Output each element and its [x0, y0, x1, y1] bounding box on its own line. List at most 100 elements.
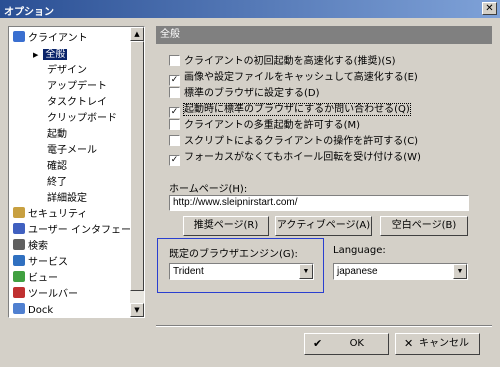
- tree-item[interactable]: ツールバー: [13, 287, 78, 302]
- chevron-down-icon[interactable]: ▼: [453, 264, 467, 279]
- tree-item-label: ツールバー: [28, 289, 78, 300]
- tree-item[interactable]: 終了: [47, 175, 67, 190]
- option-label: スクリプトによるクライアントの操作を許可する(C): [184, 136, 419, 147]
- tree-item[interactable]: Dock: [13, 303, 53, 317]
- option-label: フォーカスがなくてもホイール回転を受け付ける(W): [184, 152, 421, 163]
- tree-item-label: ユーザー インタフェース: [28, 225, 131, 236]
- tree-item[interactable]: タスクトレイ: [47, 95, 107, 110]
- scroll-down-icon: ▼: [134, 306, 140, 314]
- tree-item-label: デザイン: [47, 65, 87, 76]
- tree-list: クライアント ▶ 全般デザインアップデート タスクトレイ クリップボード 起動電子メール確…: [9, 27, 131, 317]
- tree-item-label: Dock: [28, 305, 54, 316]
- close-button[interactable]: ✕: [482, 2, 497, 15]
- dock-icon: [13, 303, 25, 314]
- tree-item[interactable]: 電子メール: [47, 143, 97, 158]
- tree-item-label: 電子メール: [47, 145, 97, 156]
- checkbox-box[interactable]: [169, 135, 180, 146]
- tree-item[interactable]: 検索: [13, 239, 48, 254]
- recommended-page-button[interactable]: 推奨ページ(R): [183, 216, 269, 236]
- checkbox-box[interactable]: ✓: [169, 155, 180, 166]
- tree-item-label: セキュリティ: [28, 209, 88, 220]
- tree-item-label: クライアント: [28, 33, 88, 44]
- active-page-button[interactable]: アクティブページ(A): [275, 216, 372, 236]
- title-bar: オプション ✕: [0, 0, 500, 18]
- homepage-input[interactable]: http://www.sleipnirstart.com/: [169, 195, 469, 211]
- section-header: 全般: [156, 26, 492, 44]
- homepage-label: ホームページ(H):: [169, 184, 248, 195]
- scroll-up-icon: ▲: [134, 30, 140, 38]
- tree-item-label: 起動: [47, 129, 67, 140]
- tree-item[interactable]: 起動: [47, 127, 67, 142]
- category-tree[interactable]: クライアント ▶ 全般デザインアップデート タスクトレイ クリップボード 起動電子メール確…: [8, 26, 145, 318]
- arrow-right-icon: ▶: [33, 51, 39, 59]
- chevron-down-icon[interactable]: ▼: [299, 264, 313, 279]
- ok-button[interactable]: ✔ OK: [304, 333, 389, 355]
- tree-item-label: ビュー: [28, 273, 58, 284]
- option-label: クライアントの多重起動を許可する(M): [184, 120, 361, 131]
- scroll-down-button[interactable]: ▼: [130, 303, 144, 317]
- service-icon: [13, 255, 25, 266]
- option-checkbox[interactable]: ✓ 起動時に標準のブラウザにするか問い合わせる(Q): [169, 103, 411, 118]
- scroll-thumb[interactable]: [130, 41, 144, 291]
- tree-item-label: 終了: [47, 177, 67, 188]
- option-label: 起動時に標準のブラウザにするか問い合わせる(Q): [183, 103, 411, 116]
- checkbox-box[interactable]: [169, 87, 180, 98]
- blank-page-button[interactable]: 空白ページ(B): [380, 216, 468, 236]
- close-icon: ✕: [485, 3, 494, 14]
- option-checkbox[interactable]: クライアントの多重起動を許可する(M): [169, 119, 360, 133]
- check-icon: ✓: [170, 75, 179, 85]
- tree-item[interactable]: デザイン: [47, 63, 87, 78]
- tree-item[interactable]: ビュー: [13, 271, 58, 286]
- tree-item[interactable]: ▶ 全般: [33, 47, 68, 62]
- toolbar-icon: [13, 287, 25, 298]
- checkbox-box[interactable]: [169, 119, 180, 130]
- tree-item[interactable]: クライアント: [13, 31, 88, 46]
- language-label: Language:: [333, 245, 386, 256]
- cancel-button[interactable]: ✕ キャンセル: [395, 333, 480, 355]
- user-interface-icon: [13, 223, 25, 234]
- tree-item[interactable]: クリップボード: [47, 111, 117, 126]
- tree-item-label: タスクトレイ: [47, 97, 107, 108]
- engine-select[interactable]: Trident ▼: [169, 263, 314, 280]
- client-icon: [13, 31, 25, 42]
- tree-item-label: クリップボード: [47, 113, 117, 124]
- option-checkbox[interactable]: クライアントの初回起動を高速化する(推奨)(S): [169, 55, 396, 69]
- tree-item[interactable]: セキュリティ: [13, 207, 87, 222]
- checkbox-box[interactable]: [169, 55, 180, 66]
- tree-item[interactable]: アップデート: [47, 79, 107, 94]
- option-checkbox[interactable]: スクリプトによるクライアントの操作を許可する(C): [169, 135, 418, 149]
- search-icon: [13, 239, 25, 250]
- tree-item-label: 検索: [28, 241, 48, 252]
- check-icon: ✓: [170, 155, 179, 165]
- tree-item[interactable]: サービス: [13, 255, 68, 270]
- tree-item-label: 全般: [43, 49, 68, 60]
- check-icon: ✓: [170, 107, 179, 117]
- option-label: 標準のブラウザに設定する(D): [184, 88, 320, 99]
- window-title: オプション: [4, 7, 54, 18]
- tree-item-label: アップデート: [47, 81, 107, 92]
- option-checkbox[interactable]: ✓ 画像や設定ファイルをキャッシュして高速化する(E): [169, 71, 418, 86]
- ok-label: OK: [349, 338, 364, 349]
- footer-divider: [156, 325, 492, 327]
- engine-label: 既定のブラウザエンジン(G):: [169, 249, 298, 260]
- cancel-label: キャンセル: [419, 338, 469, 349]
- checkbox-box[interactable]: ✓: [169, 75, 180, 86]
- tree-item-label: 確認: [47, 161, 67, 172]
- language-select[interactable]: japanese ▼: [333, 263, 468, 280]
- ok-icon: ✔: [313, 337, 323, 350]
- engine-value: Trident: [173, 266, 204, 277]
- scroll-up-button[interactable]: ▲: [130, 27, 144, 41]
- tree-item[interactable]: 詳細設定: [47, 191, 87, 206]
- option-checkbox[interactable]: ✓ フォーカスがなくてもホイール回転を受け付ける(W): [169, 151, 421, 166]
- tree-item-label: 詳細設定: [47, 193, 87, 204]
- language-value: japanese: [337, 266, 378, 277]
- tree-item[interactable]: ユーザー インタフェース: [13, 223, 131, 238]
- tree-item-label: サービス: [28, 257, 68, 268]
- cancel-icon: ✕: [404, 337, 414, 350]
- checkbox-box[interactable]: ✓: [169, 107, 180, 118]
- option-label: 画像や設定ファイルをキャッシュして高速化する(E): [184, 72, 418, 83]
- tree-item[interactable]: 確認: [47, 159, 67, 174]
- option-checkbox[interactable]: 標準のブラウザに設定する(D): [169, 87, 320, 101]
- tree-scrollbar[interactable]: ▲ ▼: [130, 27, 144, 317]
- option-label: クライアントの初回起動を高速化する(推奨)(S): [184, 56, 396, 67]
